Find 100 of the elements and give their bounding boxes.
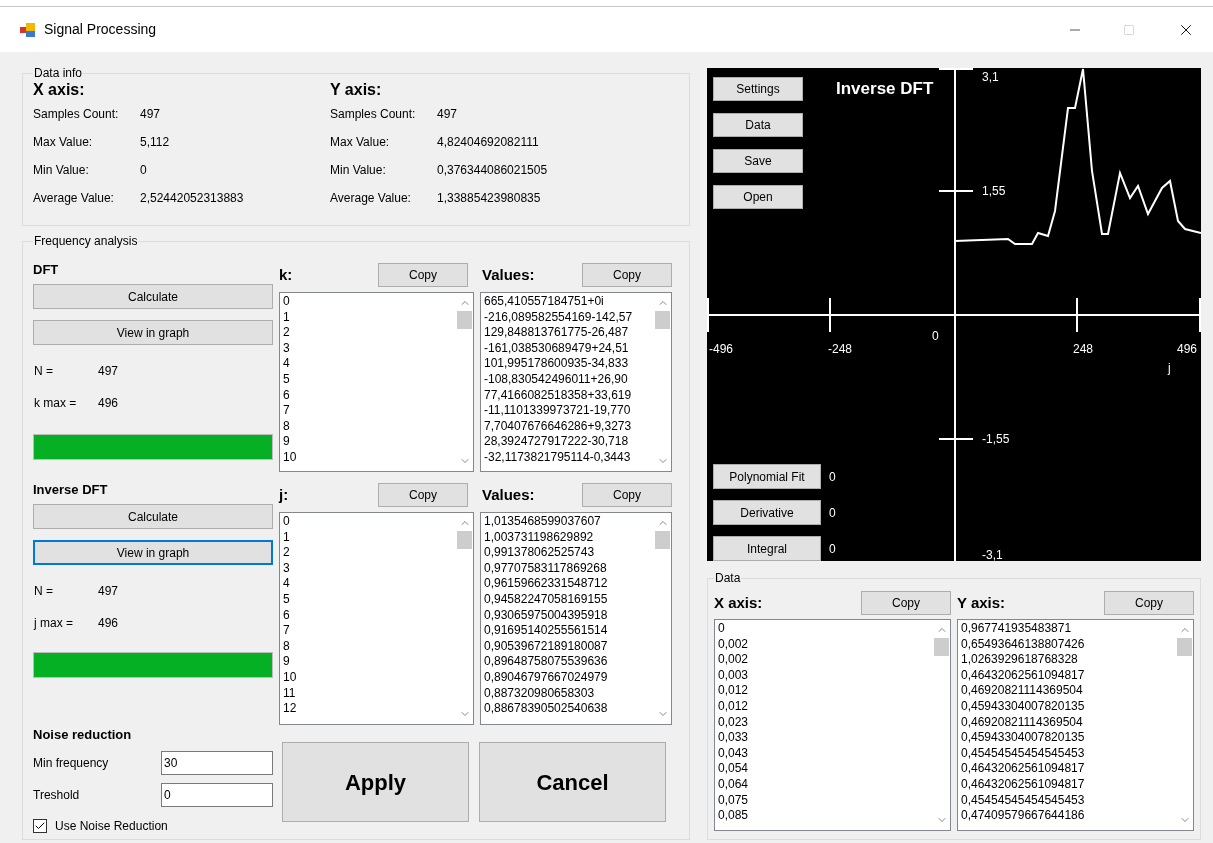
tool-button[interactable]: Derivative	[713, 500, 821, 525]
list-item[interactable]: 0,47409579667644186	[961, 808, 1176, 824]
scrollbar-thumb[interactable]	[934, 638, 949, 656]
graph-button[interactable]: Save	[713, 149, 803, 173]
list-item[interactable]: 0,45454545454545453	[961, 792, 1176, 809]
scrollbar-thumb[interactable]	[1177, 638, 1192, 656]
list-item[interactable]: 0,45943304007820135	[961, 730, 1176, 746]
maximize-icon[interactable]	[1123, 23, 1135, 36]
tool-button[interactable]: Polynomial Fit	[713, 464, 821, 489]
copy-button[interactable]: Copy	[378, 263, 468, 287]
list-item[interactable]: -32,1173821795114-0,3443	[484, 449, 654, 466]
list-item[interactable]: 1	[283, 309, 456, 326]
list-item[interactable]: 1,003731198629892	[484, 529, 654, 546]
scrollbar-thumb[interactable]	[655, 311, 670, 329]
list-item[interactable]: 0,023	[718, 714, 933, 731]
list-item[interactable]: 5	[283, 371, 456, 388]
calculate-button[interactable]: Calculate	[33, 504, 273, 529]
list-item[interactable]: 5	[283, 591, 456, 608]
list-item[interactable]: 0,88678390502540638	[484, 701, 654, 717]
copy-button[interactable]: Copy	[378, 483, 468, 507]
list-item[interactable]: 0,887320980658303	[484, 685, 654, 702]
list-item[interactable]: 0	[283, 294, 456, 310]
list-item[interactable]: -216,089582554169-142,57	[484, 309, 654, 326]
list-item[interactable]: 0,90539672189180087	[484, 638, 654, 655]
calculate-button[interactable]: Calculate	[33, 284, 273, 309]
list-item[interactable]: 0,075	[718, 792, 933, 809]
list-box[interactable]	[480, 292, 672, 472]
list-item[interactable]: 0	[718, 621, 933, 637]
list-item[interactable]: 0,96159662331548712	[484, 576, 654, 592]
list-item[interactable]: 129,848813761775-26,487	[484, 325, 654, 341]
list-item[interactable]: 0,967741935483871	[961, 621, 1176, 637]
copy-button[interactable]: Copy	[582, 483, 672, 507]
list-item[interactable]: 0,002	[718, 652, 933, 668]
list-item[interactable]: 0,97707583117869268	[484, 560, 654, 577]
list-box[interactable]	[480, 512, 672, 725]
graph-button[interactable]: Settings	[713, 77, 803, 101]
list-box[interactable]	[957, 619, 1194, 831]
list-item[interactable]: 11	[283, 685, 456, 702]
scrollbar-thumb[interactable]	[655, 531, 670, 549]
list-item[interactable]: 0,46432062561094817	[961, 667, 1176, 684]
copy-button[interactable]: Copy	[1104, 591, 1194, 615]
list-item[interactable]: 12	[283, 701, 456, 717]
list-item[interactable]: 0,054	[718, 761, 933, 777]
list-box[interactable]: 0 1 2 3 4 5 6 7 8 9 10	[279, 292, 474, 472]
list-item[interactable]: 2	[283, 545, 456, 561]
list-item[interactable]: 0,89046797667024979	[484, 669, 654, 686]
list-item[interactable]: 0,991378062525743	[484, 545, 654, 561]
list-item[interactable]: 0,93065975004395918	[484, 607, 654, 624]
list-item[interactable]: 2	[283, 325, 456, 341]
list-item[interactable]: -161,038530689479+24,51	[484, 340, 654, 357]
list-box[interactable]: 0 0,002 0,002 0,003 0,012 0,012 0,023 0,033 0,043 0,054 0,064 0,075 0,085	[714, 619, 951, 831]
list-item[interactable]: 0,033	[718, 730, 933, 746]
list-item[interactable]: 8	[283, 418, 456, 435]
list-item[interactable]: 77,4166082518358+33,619	[484, 387, 654, 404]
graph-button[interactable]: Data	[713, 113, 803, 137]
list-item[interactable]: 9	[283, 434, 456, 450]
list-item[interactable]: 8	[283, 638, 456, 655]
list-item[interactable]: 0,46432062561094817	[961, 776, 1176, 793]
view-in-graph-button[interactable]: View in graph	[33, 320, 273, 345]
apply-button[interactable]: Apply	[282, 742, 469, 822]
list-item[interactable]: 0,043	[718, 745, 933, 762]
list-item[interactable]: 4	[283, 576, 456, 592]
input-field[interactable]: 0	[161, 783, 273, 807]
input-field[interactable]: 30	[161, 751, 273, 775]
list-item[interactable]: 0,89648758075539636	[484, 654, 654, 670]
view-in-graph-button[interactable]: View in graph	[33, 540, 273, 565]
list-item[interactable]: 7,70407676646286+9,3273	[484, 418, 654, 435]
list-item[interactable]: 0,002	[718, 636, 933, 653]
list-item[interactable]: 9	[283, 654, 456, 670]
list-item[interactable]: 0,012	[718, 698, 933, 715]
list-item[interactable]: 7	[283, 623, 456, 639]
list-item[interactable]: 0,45454545454545453	[961, 745, 1176, 762]
scrollbar-thumb[interactable]	[457, 531, 472, 549]
list-item[interactable]: 3	[283, 560, 456, 577]
list-item[interactable]: 665,410557184751+0i	[484, 294, 654, 310]
list-item[interactable]: 0	[283, 514, 456, 530]
cancel-button[interactable]: Cancel	[479, 742, 666, 822]
list-item[interactable]: 6	[283, 607, 456, 624]
list-item[interactable]: 101,995178600935-34,833	[484, 356, 654, 372]
list-item[interactable]: 0,064	[718, 776, 933, 793]
list-item[interactable]: 6	[283, 387, 456, 404]
list-item[interactable]: 4	[283, 356, 456, 372]
list-item[interactable]: -11,1101339973721-19,770	[484, 403, 654, 419]
list-item[interactable]: 1,0263929618768328	[961, 652, 1176, 668]
scrollbar-thumb[interactable]	[457, 311, 472, 329]
list-item[interactable]: 10	[283, 449, 456, 466]
list-item[interactable]: 0,45943304007820135	[961, 698, 1176, 715]
list-item[interactable]: 0,012	[718, 683, 933, 699]
list-item[interactable]: 0,085	[718, 808, 933, 824]
copy-button[interactable]: Copy	[582, 263, 672, 287]
list-item[interactable]: 1,0135468599037607	[484, 514, 654, 530]
list-item[interactable]: 0,91695140255561514	[484, 623, 654, 639]
tool-button[interactable]: Integral	[713, 536, 821, 561]
list-item[interactable]: 28,3924727917222-30,718	[484, 434, 654, 450]
list-item[interactable]: 0,65493646138807426	[961, 636, 1176, 653]
list-box[interactable]: 0 1 2 3 4 5 6 7 8 9 10 11 12	[279, 512, 474, 725]
list-item[interactable]: 1	[283, 529, 456, 546]
list-item[interactable]: 0,46920821114369504	[961, 714, 1176, 731]
graph-button[interactable]: Open	[713, 185, 803, 209]
list-item[interactable]: 0,46920821114369504	[961, 683, 1176, 699]
